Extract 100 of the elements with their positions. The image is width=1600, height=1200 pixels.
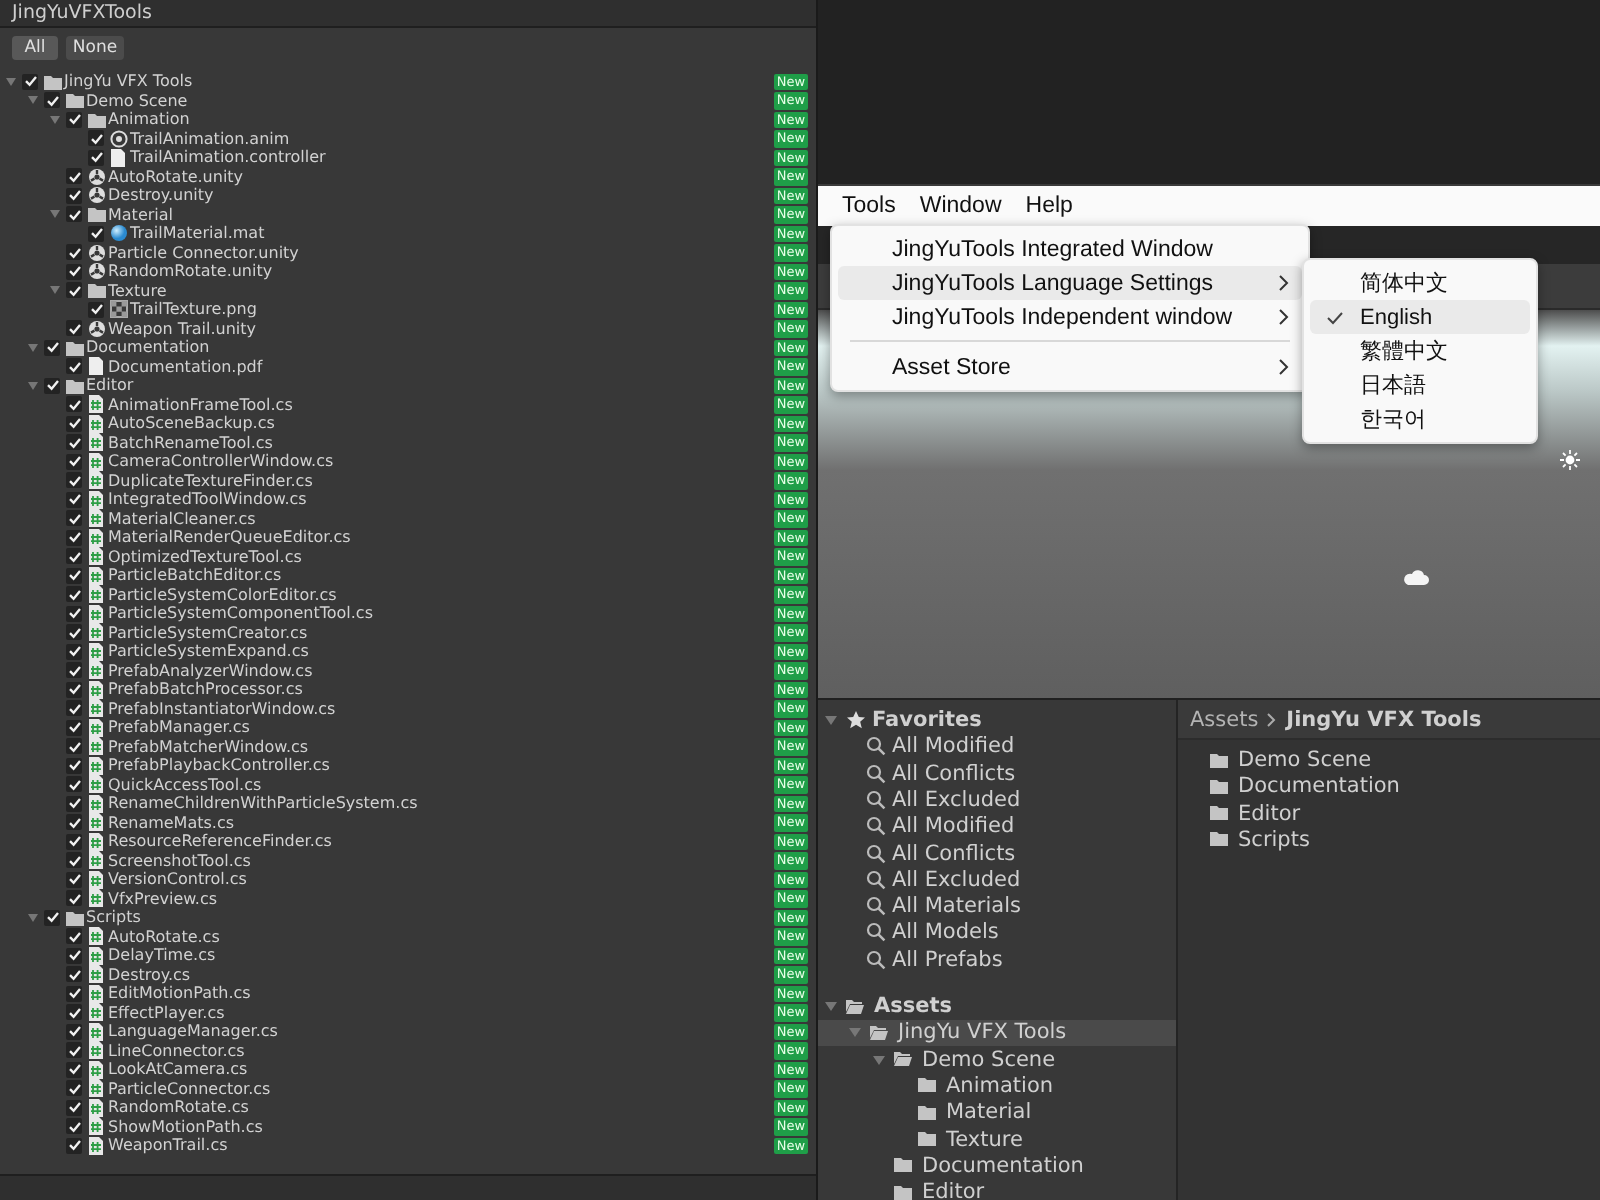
menu-item[interactable]: Help xyxy=(1013,189,1085,222)
checkbox[interactable] xyxy=(66,738,82,755)
checkbox[interactable] xyxy=(66,757,82,774)
checkbox[interactable] xyxy=(66,491,82,508)
breadcrumb-item[interactable]: Assets xyxy=(1190,707,1259,732)
file-name: Material xyxy=(108,205,173,224)
checkbox[interactable] xyxy=(66,206,82,223)
checkbox[interactable] xyxy=(66,871,82,888)
checkbox[interactable] xyxy=(66,358,82,375)
checkbox[interactable] xyxy=(66,966,82,983)
language-option[interactable]: 简体中文 xyxy=(1310,266,1530,300)
checkbox[interactable] xyxy=(66,586,82,603)
file-name: JingYu VFX Tools xyxy=(64,72,193,91)
checkbox[interactable] xyxy=(88,301,104,318)
checkbox[interactable] xyxy=(66,1099,82,1116)
favorite-item[interactable]: All Excluded xyxy=(892,867,1021,892)
checkbox[interactable] xyxy=(66,1061,82,1078)
folder-row[interactable]: Material xyxy=(818,1099,1176,1126)
language-option[interactable]: 繁體中文 xyxy=(1310,334,1530,368)
checkbox[interactable] xyxy=(66,662,82,679)
checkbox[interactable] xyxy=(66,1118,82,1135)
menu-item[interactable]: JingYuTools Language Settings xyxy=(838,266,1302,300)
folder-name[interactable]: Demo Scene xyxy=(1238,748,1372,773)
favorite-item[interactable]: All Materials xyxy=(892,894,1021,919)
checkbox[interactable] xyxy=(44,909,60,926)
folder-row[interactable]: JingYu VFX Tools xyxy=(818,1019,1176,1046)
menu-item[interactable]: Tools xyxy=(830,189,908,222)
folder-row[interactable]: Texture xyxy=(818,1125,1176,1153)
checkbox[interactable] xyxy=(88,149,104,166)
checkbox[interactable] xyxy=(66,320,82,337)
checkbox[interactable] xyxy=(66,624,82,641)
checkbox[interactable] xyxy=(66,263,82,280)
checkbox[interactable] xyxy=(66,472,82,489)
checkbox[interactable] xyxy=(66,852,82,869)
file-name: TrailAnimation.anim xyxy=(130,129,290,148)
checkbox[interactable] xyxy=(66,548,82,565)
checkbox[interactable] xyxy=(66,928,82,945)
menu-item[interactable]: JingYuTools Integrated Window xyxy=(838,232,1302,266)
folder-row[interactable]: Documentation xyxy=(818,1152,1176,1179)
checkbox[interactable] xyxy=(66,681,82,698)
checkbox[interactable] xyxy=(44,92,60,109)
folder-row[interactable]: Editor xyxy=(818,1178,1176,1200)
language-option[interactable]: 한국어 xyxy=(1310,402,1530,436)
language-option[interactable]: English xyxy=(1310,300,1530,334)
language-option[interactable]: 日本語 xyxy=(1310,368,1530,402)
checkbox[interactable] xyxy=(66,1004,82,1021)
folder-name[interactable]: Documentation xyxy=(1238,774,1400,799)
select-button[interactable]: All xyxy=(12,36,58,60)
checkbox[interactable] xyxy=(44,377,60,394)
checkbox[interactable] xyxy=(66,985,82,1002)
checkbox[interactable] xyxy=(66,415,82,432)
checkbox[interactable] xyxy=(66,168,82,185)
checkbox[interactable] xyxy=(66,567,82,584)
favorite-item[interactable]: All Modified xyxy=(892,734,1015,759)
checkbox[interactable] xyxy=(44,339,60,356)
checkbox[interactable] xyxy=(66,947,82,964)
checkbox[interactable] xyxy=(66,1137,82,1154)
checkbox[interactable] xyxy=(66,510,82,527)
checkbox[interactable] xyxy=(88,130,104,147)
checkbox[interactable] xyxy=(66,700,82,717)
expand-arrow-icon[interactable] xyxy=(870,1051,888,1068)
checkbox[interactable] xyxy=(66,643,82,660)
checkbox[interactable] xyxy=(66,187,82,204)
favorite-item[interactable]: All Conflicts xyxy=(892,841,1016,866)
checkbox[interactable] xyxy=(66,396,82,413)
folder-name[interactable]: Scripts xyxy=(1238,827,1310,852)
checkbox[interactable] xyxy=(66,453,82,470)
breadcrumb-item[interactable]: JingYu VFX Tools xyxy=(1286,707,1482,732)
favorite-item[interactable]: All Models xyxy=(892,920,999,945)
checkbox[interactable] xyxy=(66,111,82,128)
favorite-item[interactable]: All Conflicts xyxy=(892,761,1016,786)
checkbox[interactable] xyxy=(66,776,82,793)
checkbox[interactable] xyxy=(66,1023,82,1040)
checkbox[interactable] xyxy=(88,225,104,242)
expand-arrow-icon[interactable] xyxy=(822,712,840,729)
checkbox[interactable] xyxy=(66,795,82,812)
checkbox[interactable] xyxy=(66,605,82,622)
checkbox[interactable] xyxy=(66,814,82,831)
folder-row[interactable]: Assets xyxy=(818,992,1176,1020)
checkbox[interactable] xyxy=(66,529,82,546)
checkbox[interactable] xyxy=(66,244,82,261)
folder-row[interactable]: Animation xyxy=(818,1072,1176,1100)
checkbox[interactable] xyxy=(66,719,82,736)
select-button[interactable]: None xyxy=(66,36,124,60)
checkbox[interactable] xyxy=(66,434,82,451)
menu-item[interactable]: JingYuTools Independent window xyxy=(838,300,1302,334)
checkbox[interactable] xyxy=(66,1042,82,1059)
checkbox[interactable] xyxy=(66,833,82,850)
menu-item[interactable]: Window xyxy=(907,189,1014,222)
folder-name[interactable]: Editor xyxy=(1238,801,1301,826)
menu-item[interactable]: Asset Store xyxy=(838,350,1302,384)
checkbox[interactable] xyxy=(66,1080,82,1097)
expand-arrow-icon[interactable] xyxy=(822,998,840,1015)
favorite-item[interactable]: All Modified xyxy=(892,814,1015,839)
favorite-item[interactable]: All Excluded xyxy=(892,787,1021,812)
checkbox[interactable] xyxy=(66,282,82,299)
checkbox[interactable] xyxy=(66,890,82,907)
folder-row[interactable]: Demo Scene xyxy=(818,1045,1176,1073)
favorite-item[interactable]: All Prefabs xyxy=(892,947,1003,972)
checkbox[interactable] xyxy=(22,73,38,90)
